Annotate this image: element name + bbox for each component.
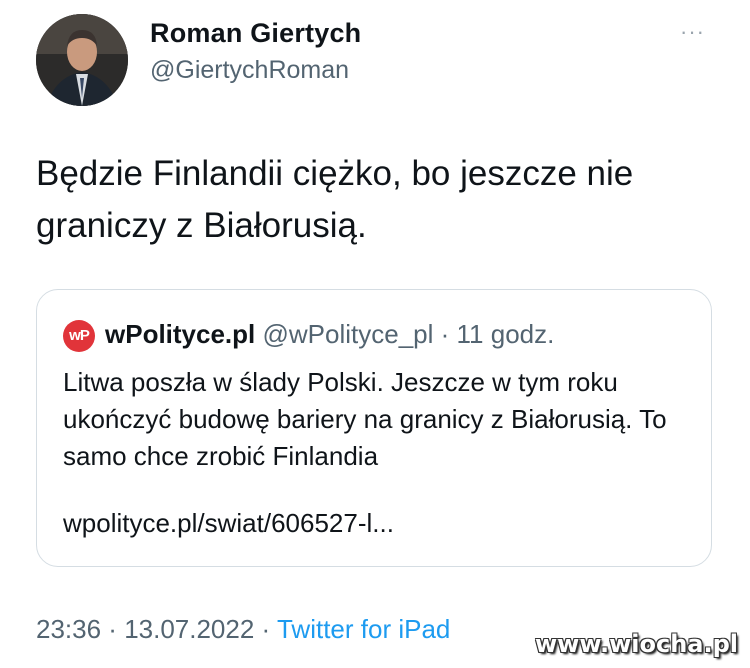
quoted-time: 11 godz.: [456, 319, 555, 349]
tweet-text: Będzie Finlandii ciężko, bo jeszcze nie …: [36, 154, 634, 245]
tweet-footer: 23:36 · 13.07.2022 · Twitter for iPad: [36, 614, 450, 645]
quoted-separator: ·: [433, 319, 457, 349]
profile-photo: [36, 14, 128, 106]
tweet-date: 13.07.2022: [124, 614, 255, 644]
author-name[interactable]: Roman Giertych: [150, 18, 361, 49]
author-handle[interactable]: @GiertychRoman: [150, 56, 349, 85]
quoted-tweet-text: Litwa poszła w ślady Polski. Jeszcze w t…: [63, 367, 667, 471]
quoted-author-name: wPolityce.pl: [105, 319, 256, 349]
footer-separator: ·: [101, 614, 125, 644]
watermark: www.wiocha.pl: [534, 630, 738, 658]
footer-separator: ·: [254, 614, 277, 644]
quoted-author-handle: @wPolityce_pl: [262, 319, 434, 349]
quoted-tweet-header: wPolityce.pl @wPolityce_pl · 11 godz.: [105, 319, 554, 350]
quoted-tweet[interactable]: wP wPolityce.pl @wPolityce_pl · 11 godz.…: [36, 289, 712, 567]
more-options-icon[interactable]: ···: [680, 21, 714, 43]
wpolityce-logo-icon: wP: [63, 320, 95, 352]
quoted-tweet-link[interactable]: wpolityce.pl/swiat/606527-l...: [63, 508, 394, 539]
tweet-time: 23:36: [36, 614, 102, 644]
tweet-source-link[interactable]: Twitter for iPad: [277, 614, 450, 644]
avatar[interactable]: [36, 14, 128, 106]
